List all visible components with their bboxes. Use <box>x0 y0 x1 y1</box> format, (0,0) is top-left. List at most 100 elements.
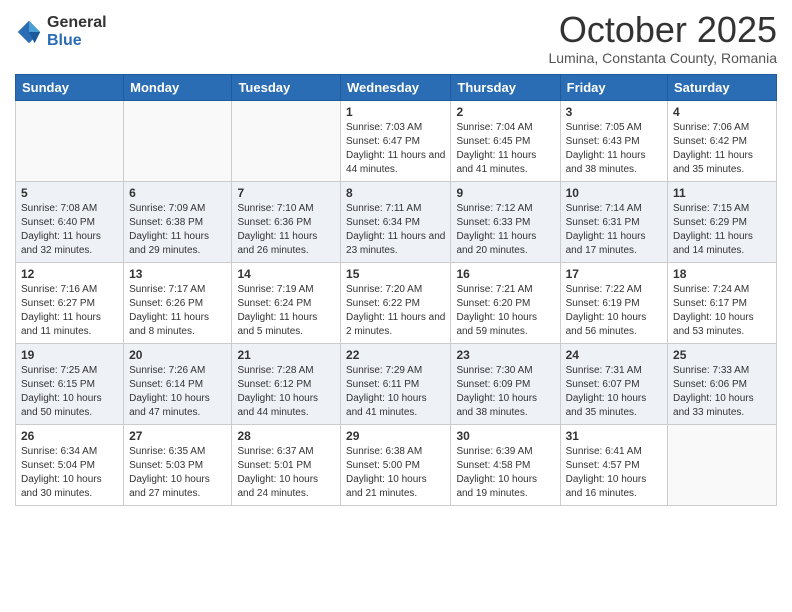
header: General Blue October 2025 Lumina, Consta… <box>15 10 777 66</box>
weekday-header-monday: Monday <box>124 74 232 100</box>
day-number: 4 <box>673 105 771 119</box>
day-cell: 3 Sunrise: 7:05 AM Sunset: 6:43 PM Daylig… <box>560 100 667 181</box>
day-cell: 7 Sunrise: 7:10 AM Sunset: 6:36 PM Daylig… <box>232 181 341 262</box>
day-cell <box>16 100 124 181</box>
day-number: 11 <box>673 186 771 200</box>
day-cell: 22 Sunrise: 7:29 AM Sunset: 6:11 PM Dayli… <box>341 343 451 424</box>
day-cell: 16Sunrise: 7:21 AM Sunset: 6:20 PM Dayli… <box>451 262 560 343</box>
day-cell: 21Sunrise: 7:28 AM Sunset: 6:12 PM Dayli… <box>232 343 341 424</box>
day-number: 22 <box>346 348 445 362</box>
weekday-header-tuesday: Tuesday <box>232 74 341 100</box>
day-cell: 17 Sunrise: 7:22 AM Sunset: 6:19 PM Dayli… <box>560 262 667 343</box>
day-info: Sunrise: 7:33 AM Sunset: 6:06 PM Dayligh… <box>673 364 771 420</box>
week-row-3: 12 Sunrise: 7:16 AM Sunset: 6:27 PM Dayli… <box>16 262 777 343</box>
day-number: 6 <box>129 186 226 200</box>
day-info: Sunrise: 7:06 AM Sunset: 6:42 PM Dayligh… <box>673 121 771 177</box>
day-info: Sunrise: 6:34 AM Sunset: 5:04 PM Dayligh… <box>21 445 118 501</box>
day-cell: 30Sunrise: 6:39 AM Sunset: 4:58 PM Dayli… <box>451 424 560 505</box>
day-number: 16 <box>456 267 554 281</box>
page: General Blue October 2025 Lumina, Consta… <box>0 0 792 612</box>
day-number: 15 <box>346 267 445 281</box>
day-number: 10 <box>566 186 662 200</box>
day-info: Sunrise: 7:19 AM Sunset: 6:24 PM Dayligh… <box>237 283 335 339</box>
day-number: 19 <box>21 348 118 362</box>
day-number: 30 <box>456 429 554 443</box>
day-cell <box>124 100 232 181</box>
calendar: SundayMondayTuesdayWednesdayThursdayFrid… <box>15 74 777 506</box>
day-info: Sunrise: 7:30 AM Sunset: 6:09 PM Dayligh… <box>456 364 554 420</box>
day-cell: 24Sunrise: 7:31 AM Sunset: 6:07 PM Dayli… <box>560 343 667 424</box>
day-cell: 10 Sunrise: 7:14 AM Sunset: 6:31 PM Dayli… <box>560 181 667 262</box>
weekday-header-wednesday: Wednesday <box>341 74 451 100</box>
day-cell: 14 Sunrise: 7:19 AM Sunset: 6:24 PM Dayli… <box>232 262 341 343</box>
day-cell: 2 Sunrise: 7:04 AM Sunset: 6:45 PM Daylig… <box>451 100 560 181</box>
day-info: Sunrise: 6:41 AM Sunset: 4:57 PM Dayligh… <box>566 445 662 501</box>
day-number: 20 <box>129 348 226 362</box>
day-number: 7 <box>237 186 335 200</box>
day-info: Sunrise: 7:22 AM Sunset: 6:19 PM Dayligh… <box>566 283 662 339</box>
day-number: 26 <box>21 429 118 443</box>
day-number: 31 <box>566 429 662 443</box>
day-cell: 19 Sunrise: 7:25 AM Sunset: 6:15 PM Dayli… <box>16 343 124 424</box>
day-number: 8 <box>346 186 445 200</box>
day-cell: 11 Sunrise: 7:15 AM Sunset: 6:29 PM Dayli… <box>668 181 777 262</box>
weekday-header-friday: Friday <box>560 74 667 100</box>
logo-blue: Blue <box>47 32 107 50</box>
day-info: Sunrise: 7:09 AM Sunset: 6:38 PM Dayligh… <box>129 202 226 258</box>
week-row-5: 26 Sunrise: 6:34 AM Sunset: 5:04 PM Dayli… <box>16 424 777 505</box>
day-number: 12 <box>21 267 118 281</box>
logo: General Blue <box>15 14 107 49</box>
day-cell: 25 Sunrise: 7:33 AM Sunset: 6:06 PM Dayli… <box>668 343 777 424</box>
day-info: Sunrise: 6:37 AM Sunset: 5:01 PM Dayligh… <box>237 445 335 501</box>
day-cell: 6 Sunrise: 7:09 AM Sunset: 6:38 PM Daylig… <box>124 181 232 262</box>
day-cell: 20Sunrise: 7:26 AM Sunset: 6:14 PM Dayli… <box>124 343 232 424</box>
day-cell: 1 Sunrise: 7:03 AM Sunset: 6:47 PM Daylig… <box>341 100 451 181</box>
day-number: 18 <box>673 267 771 281</box>
logo-general: General <box>47 14 107 32</box>
day-number: 25 <box>673 348 771 362</box>
day-info: Sunrise: 7:14 AM Sunset: 6:31 PM Dayligh… <box>566 202 662 258</box>
weekday-header-sunday: Sunday <box>16 74 124 100</box>
day-cell: 26 Sunrise: 6:34 AM Sunset: 5:04 PM Dayli… <box>16 424 124 505</box>
day-info: Sunrise: 7:03 AM Sunset: 6:47 PM Dayligh… <box>346 121 445 177</box>
month-title: October 2025 <box>548 10 777 50</box>
day-info: Sunrise: 7:05 AM Sunset: 6:43 PM Dayligh… <box>566 121 662 177</box>
day-number: 9 <box>456 186 554 200</box>
weekday-header-row: SundayMondayTuesdayWednesdayThursdayFrid… <box>16 74 777 100</box>
day-cell: 12 Sunrise: 7:16 AM Sunset: 6:27 PM Dayli… <box>16 262 124 343</box>
day-cell: 5Sunrise: 7:08 AM Sunset: 6:40 PM Daylig… <box>16 181 124 262</box>
day-cell: 4 Sunrise: 7:06 AM Sunset: 6:42 PM Daylig… <box>668 100 777 181</box>
day-number: 2 <box>456 105 554 119</box>
day-cell: 23 Sunrise: 7:30 AM Sunset: 6:09 PM Dayli… <box>451 343 560 424</box>
day-info: Sunrise: 7:29 AM Sunset: 6:11 PM Dayligh… <box>346 364 445 420</box>
day-cell: 18Sunrise: 7:24 AM Sunset: 6:17 PM Dayli… <box>668 262 777 343</box>
day-info: Sunrise: 7:25 AM Sunset: 6:15 PM Dayligh… <box>21 364 118 420</box>
day-number: 29 <box>346 429 445 443</box>
day-number: 23 <box>456 348 554 362</box>
weekday-header-thursday: Thursday <box>451 74 560 100</box>
day-number: 5 <box>21 186 118 200</box>
day-info: Sunrise: 7:04 AM Sunset: 6:45 PM Dayligh… <box>456 121 554 177</box>
week-row-1: 1 Sunrise: 7:03 AM Sunset: 6:47 PM Daylig… <box>16 100 777 181</box>
day-number: 1 <box>346 105 445 119</box>
day-cell: 8 Sunrise: 7:11 AM Sunset: 6:34 PM Daylig… <box>341 181 451 262</box>
day-number: 17 <box>566 267 662 281</box>
day-number: 27 <box>129 429 226 443</box>
day-info: Sunrise: 6:35 AM Sunset: 5:03 PM Dayligh… <box>129 445 226 501</box>
day-info: Sunrise: 7:11 AM Sunset: 6:34 PM Dayligh… <box>346 202 445 258</box>
day-number: 21 <box>237 348 335 362</box>
day-info: Sunrise: 7:10 AM Sunset: 6:36 PM Dayligh… <box>237 202 335 258</box>
day-cell: 9Sunrise: 7:12 AM Sunset: 6:33 PM Daylig… <box>451 181 560 262</box>
day-number: 24 <box>566 348 662 362</box>
weekday-header-saturday: Saturday <box>668 74 777 100</box>
day-info: Sunrise: 7:16 AM Sunset: 6:27 PM Dayligh… <box>21 283 118 339</box>
day-number: 14 <box>237 267 335 281</box>
day-cell <box>232 100 341 181</box>
location: Lumina, Constanta County, Romania <box>548 50 777 66</box>
day-info: Sunrise: 7:15 AM Sunset: 6:29 PM Dayligh… <box>673 202 771 258</box>
day-number: 3 <box>566 105 662 119</box>
week-row-2: 5Sunrise: 7:08 AM Sunset: 6:40 PM Daylig… <box>16 181 777 262</box>
week-row-4: 19 Sunrise: 7:25 AM Sunset: 6:15 PM Dayli… <box>16 343 777 424</box>
day-info: Sunrise: 7:17 AM Sunset: 6:26 PM Dayligh… <box>129 283 226 339</box>
title-section: October 2025 Lumina, Constanta County, R… <box>548 10 777 66</box>
